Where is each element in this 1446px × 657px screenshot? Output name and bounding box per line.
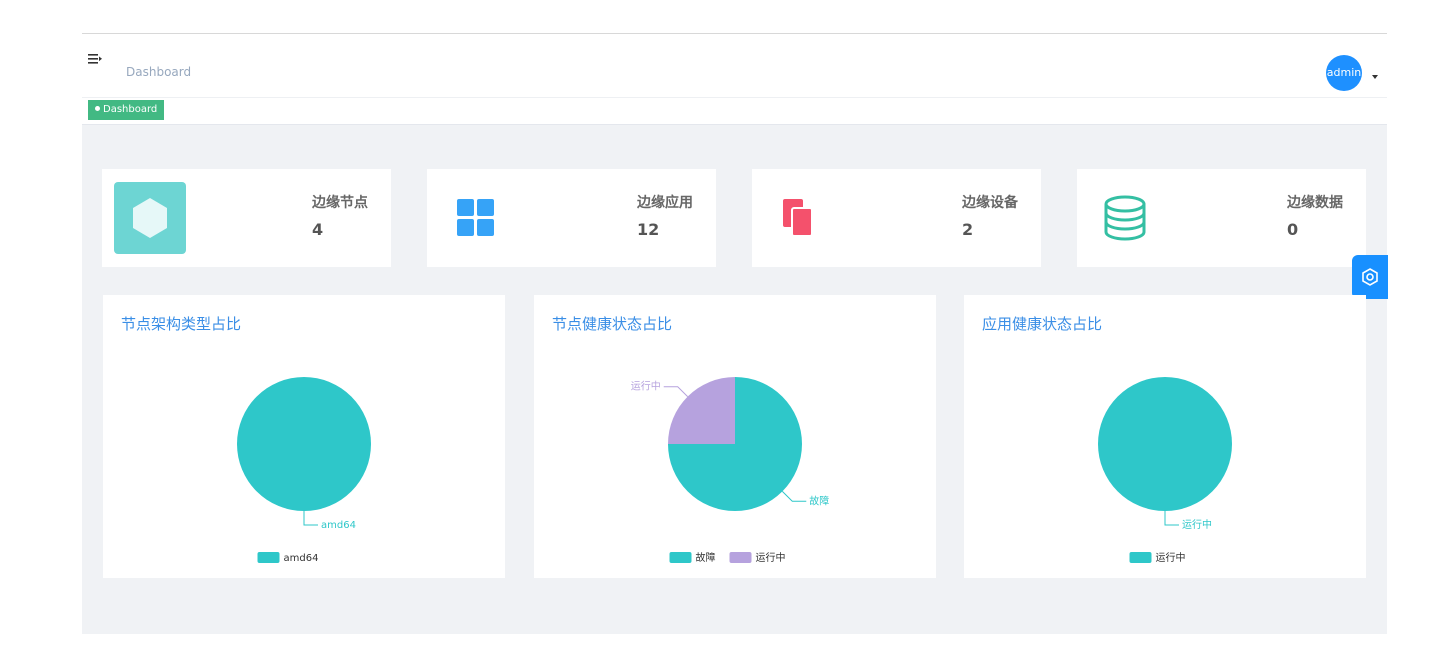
gear-icon xyxy=(1362,268,1378,286)
label-line xyxy=(303,511,318,526)
pie-chart-app-health: 运行中运行中 xyxy=(1098,377,1232,564)
stat-card-edge-nodes[interactable]: 边缘节点 4 xyxy=(102,169,391,267)
legend-swatch xyxy=(1129,552,1152,563)
active-dot-icon xyxy=(95,105,100,111)
pie-chart-node-health: 故障运行中故障 运行中 xyxy=(631,377,829,564)
dashboard-main: 边缘节点 4 边缘应用 12 边缘设备 2 边缘数据 0 节点架构类型占比 am… xyxy=(82,125,1388,634)
stat-label: 边缘应用 xyxy=(637,195,693,211)
stat-card-edge-apps[interactable]: 边缘应用 12 xyxy=(427,169,716,267)
user-avatar[interactable]: admin xyxy=(1326,55,1362,91)
stat-value: 12 xyxy=(637,220,660,239)
stat-label: 边缘节点 xyxy=(312,195,368,211)
database-icon xyxy=(1089,182,1161,254)
navbar: Dashboard admin xyxy=(82,48,1387,98)
chart-panel-arch: 节点架构类型占比 amd64 amd64 xyxy=(103,295,505,578)
legend-item[interactable]: amd64 xyxy=(257,552,319,564)
chart-panel-app-health: 应用健康状态占比 运行中 运行中 xyxy=(964,295,1366,578)
stat-value: 2 xyxy=(962,220,974,239)
legend-label: 故障 xyxy=(696,551,716,564)
stat-label: 边缘设备 xyxy=(962,195,1018,211)
stat-card-edge-devices[interactable]: 边缘设备 2 xyxy=(752,169,1041,267)
breadcrumb: Dashboard xyxy=(126,65,192,79)
stat-card-edge-data[interactable]: 边缘数据 0 xyxy=(1077,169,1366,267)
pie-chart-arch: amd64 amd64 xyxy=(237,377,371,564)
chart-panel-node-health: 节点健康状态占比 故障 运行中 故障 运行中 xyxy=(534,295,936,578)
tag-dashboard[interactable]: Dashboard xyxy=(88,100,165,120)
legend-swatch xyxy=(257,552,280,563)
legend-label: 运行中 xyxy=(1156,551,1186,564)
app-frame: Dashboard admin Dashboard 边缘节点 4 边缘应用 12… xyxy=(82,33,1388,634)
top-divider xyxy=(82,33,1387,34)
label-line xyxy=(1164,511,1179,526)
legend-swatch xyxy=(669,552,692,563)
pie-slice[interactable] xyxy=(237,377,371,511)
tag-label: Dashboard xyxy=(103,104,158,115)
legend-item[interactable]: 运行中 xyxy=(1129,551,1186,564)
caret-down-icon[interactable] xyxy=(1372,75,1378,79)
label-line xyxy=(663,386,688,397)
stat-value: 0 xyxy=(1287,220,1299,239)
legend-label: amd64 xyxy=(284,553,319,564)
legend-label: 运行中 xyxy=(756,551,786,564)
copy-icon xyxy=(764,182,836,254)
legend-item[interactable]: 运行中 xyxy=(729,551,786,564)
slice-label: 故障 xyxy=(809,494,829,507)
tags-view: Dashboard xyxy=(82,99,1387,125)
stat-label: 边缘数据 xyxy=(1287,195,1343,211)
slice-label: amd64 xyxy=(321,520,356,531)
label-line xyxy=(782,491,807,502)
legend-item[interactable]: 故障 xyxy=(669,551,716,564)
slice-label: 运行中 xyxy=(631,380,661,393)
pie-slice[interactable] xyxy=(1098,377,1232,511)
hexagon-icon xyxy=(114,182,186,254)
grid-icon xyxy=(439,182,511,254)
hamburger-icon[interactable] xyxy=(88,53,104,67)
slice-label: 运行中 xyxy=(1182,518,1212,531)
settings-button[interactable] xyxy=(1352,255,1388,299)
stat-value: 4 xyxy=(312,220,324,239)
legend-swatch xyxy=(729,552,752,563)
